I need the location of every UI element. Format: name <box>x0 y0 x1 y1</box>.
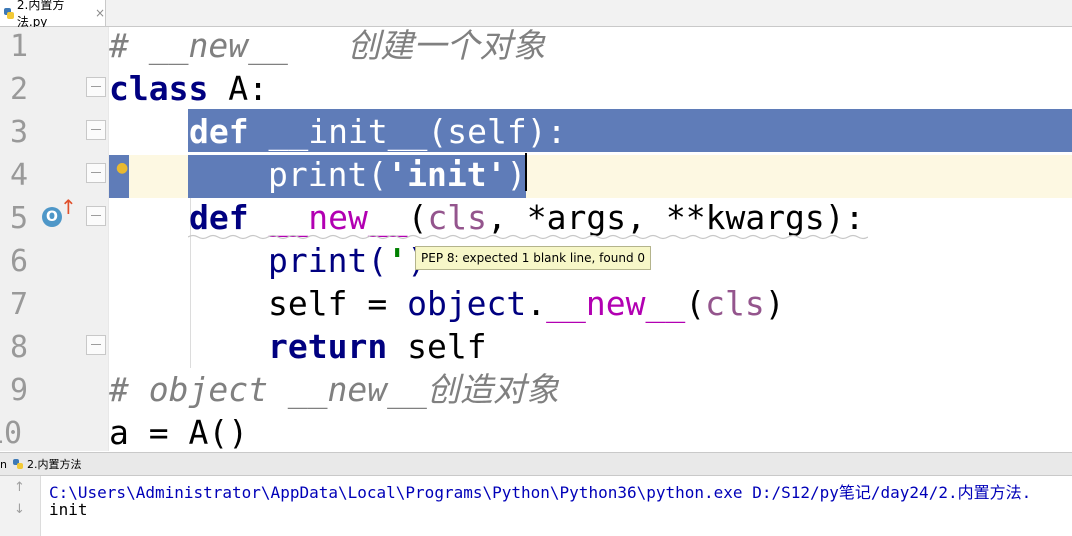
fold-marker[interactable] <box>86 163 106 183</box>
keyword: def <box>189 198 249 237</box>
keyword: return <box>268 327 388 366</box>
code-line: 7 self = object.__new__(cls) <box>0 285 1072 328</box>
line-number: 1 <box>9 29 28 64</box>
code-text: ) <box>506 155 527 194</box>
line-code[interactable]: return self <box>268 328 487 371</box>
comment-cjk: 创造对象 <box>426 370 559 409</box>
code-text: . <box>526 284 547 323</box>
code-text: print( <box>268 241 388 280</box>
code-line: 9 # object __new__创造对象 <box>0 371 1072 414</box>
code-text: self <box>387 327 487 366</box>
comment: # __new__ <box>109 27 348 65</box>
code-text: print( <box>268 155 388 194</box>
string-literal: ' <box>387 241 408 280</box>
line-code[interactable]: # __new__ 创建一个对象 <box>109 27 545 70</box>
magic-method: __new__ <box>546 284 686 323</box>
line-code[interactable]: # object __new__创造对象 <box>109 371 559 414</box>
line-number: 3 <box>9 115 28 150</box>
editor-tab-bar: 2.内置方法.py × <box>0 0 1072 29</box>
magic-method: __new__ <box>268 198 408 237</box>
code-line: 8 return self <box>0 328 1072 371</box>
code-text: , *args, **kwargs): <box>487 198 865 237</box>
line-code[interactable]: class A: <box>109 70 268 113</box>
python-file-icon <box>4 7 14 19</box>
code-text: ( <box>407 198 428 237</box>
line-number: 9 <box>9 373 28 408</box>
builtin-name: object <box>407 284 527 323</box>
line-number: 4 <box>9 158 28 193</box>
line-number: 8 <box>9 330 28 365</box>
scroll-down-icon[interactable]: ↓ <box>14 502 25 517</box>
comment: # object __new__ <box>109 370 427 409</box>
code-line: 2 class A: <box>0 70 1072 113</box>
keyword: class <box>109 69 209 108</box>
string-literal: 'init' <box>387 155 507 194</box>
parameter: cls <box>427 198 488 237</box>
editor-tab[interactable]: 2.内置方法.py × <box>0 0 106 29</box>
line-number: 2 <box>9 72 28 107</box>
override-arrow-icon: ↑ <box>60 195 77 219</box>
fold-marker[interactable] <box>86 77 106 97</box>
parameter: cls <box>705 284 765 323</box>
code-text: __init__(self): <box>248 112 567 151</box>
run-console[interactable]: ↑ ↓ C:\Users\Administrator\AppData\Local… <box>0 476 1072 536</box>
code-text: ) <box>764 284 785 323</box>
code-text: A: <box>208 69 268 108</box>
line-number: 10 <box>0 416 23 451</box>
code-line: 10 a = A() <box>0 414 1072 452</box>
text-caret <box>525 153 527 191</box>
close-tab-icon[interactable]: × <box>95 6 105 20</box>
keyword: def <box>189 112 249 151</box>
fold-marker[interactable] <box>86 335 106 355</box>
console-toolbar: ↑ ↓ <box>0 476 41 536</box>
tab-filename: 2.内置方法.py <box>16 0 65 29</box>
line-code[interactable]: print('init') <box>268 156 526 199</box>
line-number: 7 <box>9 287 28 322</box>
fold-marker[interactable] <box>86 206 106 226</box>
run-toolbar: n 2.内置方法 <box>0 452 1072 476</box>
comment-cjk: 创建一个对象 <box>347 27 546 65</box>
code-text: ( <box>685 284 706 323</box>
run-config-name[interactable]: 2.内置方法 <box>27 456 82 472</box>
code-text: self = <box>268 284 408 323</box>
console-output-line: init <box>49 500 88 519</box>
line-number: 6 <box>9 244 28 279</box>
code-editor[interactable]: 1 # __new__ 创建一个对象 2 class A: 3 def __in… <box>0 27 1072 451</box>
python-file-icon <box>12 459 23 469</box>
code-line: 4 print('init') <box>0 156 1072 199</box>
line-code[interactable]: print(') <box>268 242 427 285</box>
line-code[interactable]: self = object.__new__(cls) <box>268 285 785 328</box>
code-line: 1 # __new__ 创建一个对象 <box>0 27 1072 70</box>
code-line: 3 def __init__(self): <box>0 113 1072 156</box>
intention-bulb-icon[interactable]: ● <box>116 160 128 176</box>
override-method-icon[interactable]: O <box>42 207 62 227</box>
pep8-warning-underline <box>188 234 868 240</box>
line-code[interactable]: def __init__(self): <box>189 113 567 156</box>
line-code[interactable]: a = A() <box>109 414 248 452</box>
console-command-line: C:\Users\Administrator\AppData\Local\Pro… <box>49 483 1032 502</box>
pep8-tooltip: PEP 8: expected 1 blank line, found 0 <box>415 246 652 270</box>
line-number: 5 <box>9 201 28 236</box>
run-label: n <box>0 457 7 471</box>
fold-marker[interactable] <box>86 120 106 140</box>
scroll-up-icon[interactable]: ↑ <box>14 480 25 495</box>
